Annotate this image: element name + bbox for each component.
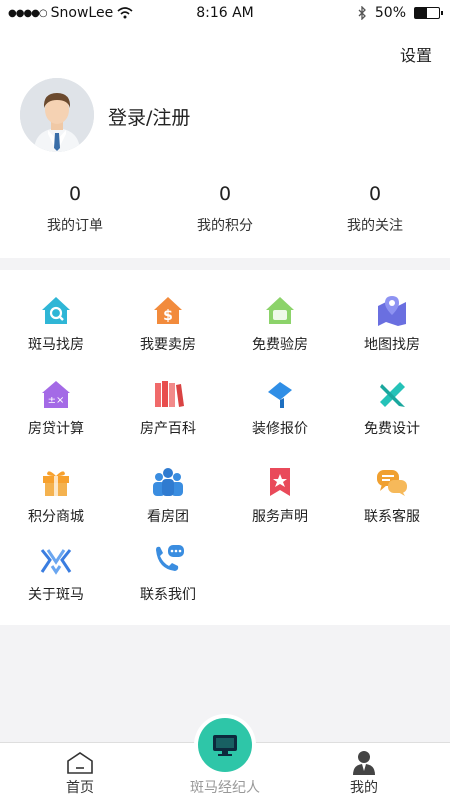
grid-item-label: 积分商城 bbox=[28, 509, 84, 525]
stat-label: 我的积分 bbox=[197, 218, 253, 234]
svg-text:$: $ bbox=[163, 308, 173, 324]
profile-section: 设置 登录/注册 0 我的订单 0 我的积分 0 我的关注 bbox=[0, 28, 450, 258]
grid-item-label: 免费设计 bbox=[364, 421, 420, 437]
grid-item-mortgage-calc[interactable]: ±× 房贷计算 bbox=[0, 376, 112, 438]
user-avatar-icon bbox=[20, 78, 94, 152]
chat-bubbles-icon bbox=[377, 470, 407, 496]
grid-item-label: 看房团 bbox=[147, 509, 189, 525]
house-search-icon bbox=[42, 297, 70, 324]
stat-points[interactable]: 0 我的积分 bbox=[150, 183, 300, 235]
grid-item-find-house[interactable]: 斑马找房 bbox=[0, 292, 112, 354]
grid-item-free-design[interactable]: 免费设计 bbox=[336, 376, 448, 438]
grid-item-customer-service[interactable]: 联系客服 bbox=[336, 464, 448, 526]
grid-item-label: 装修报价 bbox=[252, 421, 308, 437]
grid-item-label: 房贷计算 bbox=[28, 421, 84, 437]
svg-text:±×: ±× bbox=[48, 395, 65, 406]
bookmark-star-icon bbox=[270, 468, 290, 496]
avatar[interactable] bbox=[20, 78, 94, 152]
tab-mine[interactable]: 我的 bbox=[289, 743, 439, 800]
grid-item-label: 我要卖房 bbox=[140, 337, 196, 353]
grid-item-inspect-house[interactable]: 免费验房 bbox=[224, 292, 336, 354]
grid-item-contact-us[interactable]: 联系我们 bbox=[112, 542, 224, 604]
calculator-house-icon: ±× bbox=[42, 381, 70, 408]
bluetooth-icon bbox=[358, 6, 366, 20]
ruler-pencil-icon bbox=[380, 382, 405, 407]
tab-home-label: 首页 bbox=[66, 780, 94, 796]
battery-percent: 50% bbox=[374, 5, 406, 21]
stats-row: 0 我的订单 0 我的积分 0 我的关注 bbox=[0, 183, 450, 235]
map-pin-icon bbox=[378, 296, 406, 326]
home-icon bbox=[67, 752, 93, 774]
status-bar: ●●●●○ SnowLee 8:16 AM 50% bbox=[0, 0, 450, 28]
grid-item-map-search[interactable]: 地图找房 bbox=[336, 292, 448, 354]
grid-item-renovation-quote[interactable]: 装修报价 bbox=[224, 376, 336, 438]
grid-item-about-zebra[interactable]: 关于斑马 bbox=[0, 542, 112, 604]
gift-icon bbox=[43, 471, 69, 496]
stat-value: 0 bbox=[68, 183, 82, 205]
tab-agent-label: 斑马经纪人 bbox=[190, 780, 260, 796]
grid-item-label: 斑马找房 bbox=[28, 337, 84, 353]
stat-value: 0 bbox=[218, 183, 232, 205]
zebra-logo-icon bbox=[40, 549, 72, 575]
grid-item-label: 房产百科 bbox=[140, 421, 196, 437]
group-icon bbox=[153, 468, 183, 496]
grid-item-sell-house[interactable]: $ 我要卖房 bbox=[112, 292, 224, 354]
profile-icon bbox=[353, 751, 375, 775]
house-dollar-icon: $ bbox=[154, 297, 182, 324]
service-grid: 斑马找房 $ 我要卖房 免费验房 地图找房 ±× 房贷计算 房产百科 装修报价 … bbox=[0, 270, 450, 625]
grid-item-label: 地图找房 bbox=[364, 337, 420, 353]
battery-icon bbox=[414, 7, 443, 19]
grid-item-points-mall[interactable]: 积分商城 bbox=[0, 464, 112, 526]
stat-label: 我的订单 bbox=[47, 218, 103, 234]
tab-home[interactable]: 首页 bbox=[5, 743, 155, 800]
phone-chat-icon bbox=[156, 545, 184, 571]
grid-item-label: 免费验房 bbox=[252, 337, 308, 353]
monitor-icon bbox=[213, 735, 237, 756]
agent-center-button[interactable] bbox=[198, 718, 252, 772]
grid-item-service-statement[interactable]: 服务声明 bbox=[224, 464, 336, 526]
house-inspect-icon bbox=[266, 297, 294, 324]
grid-item-label: 联系客服 bbox=[364, 509, 420, 525]
grid-item-encyclopedia[interactable]: 房产百科 bbox=[112, 376, 224, 438]
stat-follows[interactable]: 0 我的关注 bbox=[300, 183, 450, 235]
login-register-link[interactable]: 登录/注册 bbox=[108, 103, 190, 130]
grid-item-label: 联系我们 bbox=[140, 587, 196, 603]
stat-label: 我的关注 bbox=[347, 218, 403, 234]
grid-item-label: 关于斑马 bbox=[28, 587, 84, 603]
stat-value: 0 bbox=[368, 183, 382, 205]
tab-mine-label: 我的 bbox=[350, 780, 378, 796]
paint-roller-icon bbox=[268, 382, 292, 408]
books-icon bbox=[155, 381, 184, 407]
grid-item-house-tour-group[interactable]: 看房团 bbox=[112, 464, 224, 526]
settings-button[interactable]: 设置 bbox=[400, 42, 432, 66]
grid-item-label: 服务声明 bbox=[252, 509, 308, 525]
stat-orders[interactable]: 0 我的订单 bbox=[0, 183, 150, 235]
